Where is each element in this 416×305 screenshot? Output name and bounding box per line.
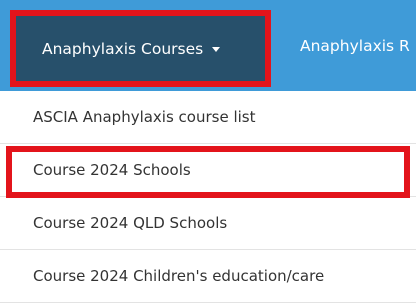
menu-item-course-2024-schools[interactable]: Course 2024 Schools <box>0 144 416 198</box>
nav-item-label: Anaphylaxis R <box>300 36 410 55</box>
menu-item-course-2024-childrens-care[interactable]: Course 2024 Children's education/care <box>0 250 416 303</box>
menu-item-label: Course 2024 QLD Schools <box>33 214 228 232</box>
nav-item-label: Anaphylaxis Courses <box>42 39 204 58</box>
top-navbar: Anaphylaxis Courses Anaphylaxis R <box>0 0 416 91</box>
caret-down-icon <box>212 47 221 52</box>
menu-item-label: ASCIA Anaphylaxis course list <box>33 108 256 126</box>
menu-item-ascia-course-list[interactable]: ASCIA Anaphylaxis course list <box>0 91 416 144</box>
dropdown-menu: ASCIA Anaphylaxis course list Course 202… <box>0 91 416 303</box>
menu-item-course-2024-qld-schools[interactable]: Course 2024 QLD Schools <box>0 197 416 250</box>
nav-item-anaphylaxis-r[interactable]: Anaphylaxis R <box>300 0 410 91</box>
menu-item-label: Course 2024 Children's education/care <box>33 267 325 285</box>
nav-item-anaphylaxis-courses[interactable]: Anaphylaxis Courses <box>10 10 271 87</box>
menu-item-label: Course 2024 Schools <box>33 161 191 179</box>
